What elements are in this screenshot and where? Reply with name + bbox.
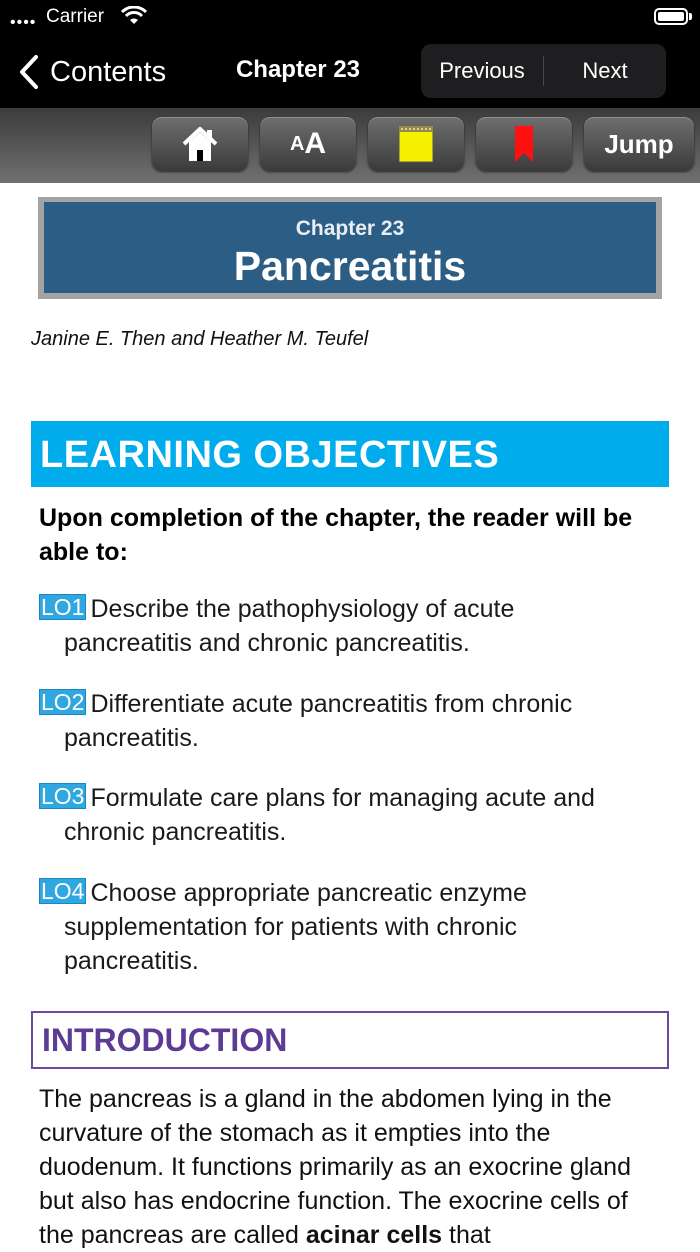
learning-objectives-intro: Upon completion of the chapter, the read… (39, 504, 633, 566)
font-size-small-a: A (289, 132, 305, 155)
learning-objective-1: LO1 Describe the pathophysiology of acute… (39, 592, 669, 660)
chapter-banner: Chapter 23 Pancreatitis (38, 197, 662, 299)
reader-toolbar: AA Jump (0, 108, 700, 183)
cellular-signal-icon: •••• (10, 14, 37, 31)
battery-tip (689, 13, 692, 20)
learning-objective-3: LO3 Formulate care plans for managing acu… (39, 781, 669, 849)
jump-button[interactable]: Jump (584, 117, 694, 171)
chapter-authors: Janine E. Then and Heather M. Teufel (31, 328, 369, 350)
chapter-banner-inner: Chapter 23 Pancreatitis (44, 202, 656, 293)
lo-text: Formulate care plans for managing acute … (90, 784, 595, 812)
lo-text-continued: chronic pancreatitis. (64, 818, 287, 846)
notes-button[interactable] (368, 117, 464, 171)
chapter-title: Pancreatitis (233, 243, 467, 289)
font-size-big-a: A (304, 127, 327, 160)
status-bar: •••• Carrier (0, 0, 700, 34)
wifi-icon (120, 6, 148, 24)
lo-tag[interactable]: LO1 (39, 594, 87, 620)
learning-objective-4: LO4 Choose appropriate pancreatic enzyme … (39, 876, 669, 978)
lo-tag[interactable]: LO4 (39, 878, 87, 904)
prev-next-segmented-control: Previous Next (421, 44, 666, 98)
lo-text-continued: pancreatitis. (64, 947, 199, 975)
navigation-bar: Contents Chapter 23 Previous Next (0, 34, 700, 108)
carrier-label: Carrier (46, 6, 105, 27)
font-size-button[interactable]: AA (260, 117, 356, 171)
battery-icon (654, 8, 688, 25)
lo-tag[interactable]: LO2 (39, 689, 87, 715)
learning-objectives-heading: LEARNING OBJECTIVES (31, 421, 669, 487)
lo-text: Choose appropriate pancreatic enzyme (90, 879, 527, 907)
lo-text-continued: pancreatitis and chronic pancreatitis. (64, 629, 470, 657)
back-label: Contents (50, 55, 167, 88)
lo-text-continued: pancreatitis. (64, 724, 199, 752)
intro-text-tail: that (442, 1221, 491, 1249)
bookmark-button[interactable] (476, 117, 572, 171)
lo-text: Differentiate acute pancreatitis from ch… (90, 690, 573, 718)
introduction-paragraph: The pancreas is a gland in the abdomen l… (39, 1082, 664, 1252)
lo-text: Describe the pathophysiology of acute (90, 595, 515, 623)
previous-button[interactable]: Previous (421, 58, 543, 84)
back-to-contents-button[interactable]: Contents (18, 52, 166, 92)
bookmark-icon (515, 126, 533, 162)
nav-title: Chapter 23 (235, 56, 361, 83)
introduction-heading: INTRODUCTION (31, 1011, 669, 1069)
home-button[interactable] (152, 117, 248, 171)
lo-text-continued: supplementation for patients with chroni… (64, 913, 518, 941)
next-button[interactable]: Next (544, 58, 666, 84)
introduction-heading-text: INTRODUCTION (42, 1022, 288, 1058)
intro-bold-term[interactable]: acinar cells (306, 1221, 442, 1249)
sticky-note-icon (398, 126, 434, 163)
chapter-number: Chapter 23 (295, 217, 405, 240)
lo-tag[interactable]: LO3 (39, 783, 87, 809)
learning-objectives-heading-text: LEARNING OBJECTIVES (40, 434, 500, 476)
chevron-left-icon (20, 55, 38, 89)
home-icon (182, 127, 218, 161)
learning-objective-2: LO2 Differentiate acute pancreatitis from… (39, 687, 669, 755)
